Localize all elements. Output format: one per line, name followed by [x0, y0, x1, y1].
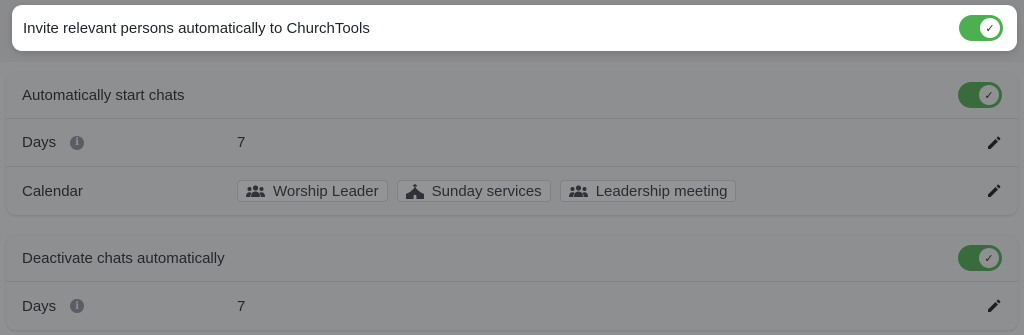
check-icon: ✓ — [979, 85, 999, 105]
group-icon — [568, 184, 588, 197]
days-value: 7 — [237, 134, 246, 151]
days-label: Days — [22, 297, 57, 315]
calendar-chip-label: Leadership meeting — [595, 182, 728, 200]
start-chats-title: Automatically start chats — [22, 86, 185, 104]
check-icon: ✓ — [979, 248, 999, 268]
deactivate-chats-card: Deactivate chats automatically ✓ Days i … — [6, 235, 1018, 330]
start-chats-toggle[interactable]: ✓ — [958, 82, 1002, 108]
edit-icon[interactable] — [986, 298, 1002, 314]
invite-setting-label: Invite relevant persons automatically to… — [23, 19, 370, 37]
deactivate-chats-toggle[interactable]: ✓ — [958, 245, 1002, 271]
start-chats-header: Automatically start chats ✓ — [6, 72, 1018, 119]
days-value: 7 — [237, 297, 246, 315]
start-chats-card: Automatically start chats ✓ Days i 7 Cal… — [6, 72, 1018, 215]
calendar-chip[interactable]: Sunday services — [396, 180, 551, 202]
deactivate-chats-title: Deactivate chats automatically — [22, 249, 225, 267]
deactivate-chats-header: Deactivate chats automatically ✓ — [6, 235, 1018, 282]
group-icon — [246, 184, 265, 197]
edit-icon[interactable] — [986, 135, 1002, 151]
calendar-chip-label: Worship Leader — [273, 182, 379, 200]
calendar-chips: Worship Leader Sunday services Leadershi… — [237, 180, 737, 202]
start-chats-calendar-row: Calendar Worship Leader Sunday services … — [6, 167, 1018, 215]
calendar-chip-label: Sunday services — [431, 182, 542, 200]
check-icon: ✓ — [980, 18, 1000, 38]
edit-icon[interactable] — [986, 183, 1002, 199]
calendar-label: Calendar — [22, 182, 83, 200]
calendar-chip[interactable]: Worship Leader — [237, 180, 388, 202]
info-icon[interactable]: i — [70, 135, 85, 150]
info-icon[interactable]: i — [70, 299, 85, 313]
days-label: Days — [22, 134, 57, 151]
deactivate-chats-days-row: Days i 7 — [6, 282, 1018, 330]
invite-setting-row: Invite relevant persons automatically to… — [12, 5, 1017, 51]
calendar-chip[interactable]: Leadership meeting — [559, 180, 737, 202]
invite-toggle[interactable]: ✓ — [959, 15, 1003, 41]
church-icon — [405, 183, 424, 199]
start-chats-days-row: Days i 7 — [6, 119, 1018, 167]
